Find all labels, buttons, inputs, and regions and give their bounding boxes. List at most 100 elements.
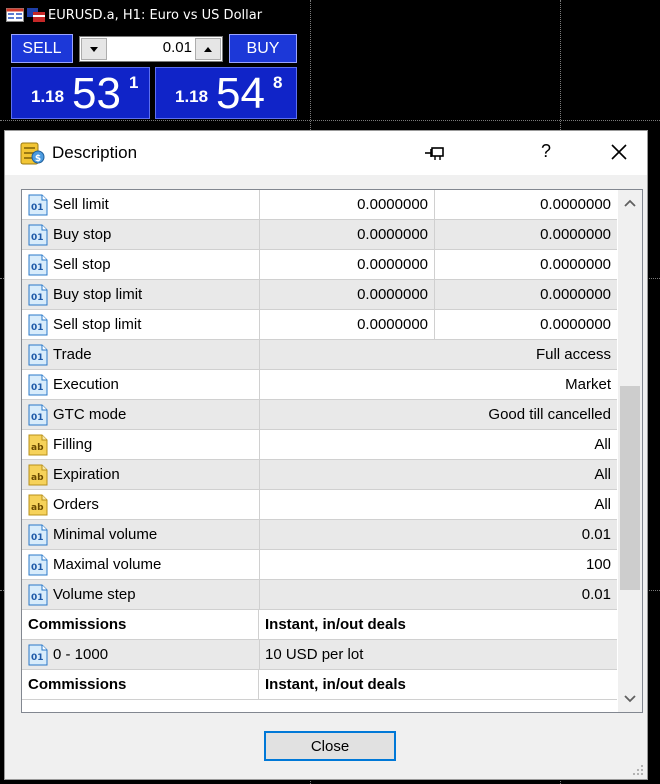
property-value: 0.0000000 — [540, 226, 611, 243]
property-row[interactable]: 01 Buy stop 0.0000000 0.0000000 — [22, 220, 617, 250]
section-header-row[interactable]: Commissions Instant, in/out deals — [22, 670, 617, 700]
numeric-property-icon: 01 — [28, 284, 48, 305]
pin-window-icon[interactable] — [423, 143, 445, 163]
property-name: Minimal volume — [53, 526, 158, 543]
close-icon[interactable] — [608, 141, 630, 163]
svg-text:01: 01 — [31, 593, 44, 603]
property-name: Buy stop limit — [53, 286, 143, 303]
symbol-flag-icon — [27, 8, 45, 22]
numeric-property-icon: 01 — [28, 644, 48, 665]
specification-rows: 01 Sell limit 0.0000000 0.0000000 01 Buy stop… — [22, 190, 617, 700]
property-value: 10 USD per lot — [265, 646, 364, 663]
property-name: Expiration — [53, 466, 120, 483]
property-value: Good till cancelled — [488, 406, 611, 423]
scrollbar-thumb[interactable] — [620, 386, 640, 590]
property-name-cell: 01 Buy stop limit — [22, 280, 260, 309]
property-row[interactable]: 01 Sell stop limit 0.0000000 0.0000000 — [22, 310, 617, 340]
numeric-property-icon: 01 — [28, 314, 48, 335]
property-row[interactable]: 01 0 - 1000 10 USD per lot — [22, 640, 617, 670]
property-name: GTC mode — [53, 406, 127, 423]
specification-list[interactable]: 01 Sell limit 0.0000000 0.0000000 01 Buy stop… — [21, 189, 643, 713]
svg-text:01: 01 — [31, 233, 44, 243]
property-row[interactable]: 01 Maximal volume 100 — [22, 550, 617, 580]
svg-text:ab: ab — [31, 473, 44, 483]
property-name-cell: 01 Sell stop — [22, 250, 260, 279]
property-row[interactable]: 01 GTC mode Good till cancelled — [22, 400, 617, 430]
close-button[interactable]: Close — [264, 731, 396, 761]
coin-stack-icon: $ — [20, 142, 45, 165]
dialog-title: Description — [52, 143, 138, 162]
property-name: 0 - 1000 — [53, 646, 109, 663]
chart-title-text: EURUSD.a, H1: Euro vs US Dollar — [48, 7, 263, 23]
property-row[interactable]: ab Expiration All — [22, 460, 617, 490]
property-value: All — [594, 436, 611, 453]
buy-button[interactable]: BUY — [229, 34, 297, 63]
property-row[interactable]: 01 Minimal volume 0.01 — [22, 520, 617, 550]
property-row[interactable]: 01 Sell limit 0.0000000 0.0000000 — [22, 190, 617, 220]
property-name-cell: 01 Buy stop — [22, 220, 260, 249]
chart-title: EURUSD.a, H1: Euro vs US Dollar — [6, 5, 262, 25]
section-value: Instant, in/out deals — [265, 616, 406, 633]
resize-grip-icon[interactable] — [632, 764, 644, 776]
description-dialog: $ Description ? 01 Sell limit 0.0000000 0.0… — [4, 130, 648, 780]
section-header-row[interactable]: Commissions Instant, in/out deals — [22, 610, 617, 640]
property-value: 0.0000000 — [260, 250, 435, 279]
sell-button[interactable]: SELL — [11, 34, 73, 63]
svg-text:$: $ — [35, 154, 41, 164]
ask-price[interactable]: 1.18 54 8 — [155, 67, 297, 119]
volume-increase-button[interactable] — [195, 38, 221, 60]
scroll-up-button[interactable] — [618, 192, 642, 214]
one-click-trading-panel: SELL 0.01 BUY 1.18 53 1 1.18 54 8 — [10, 33, 298, 119]
property-name: Sell stop — [53, 256, 111, 273]
help-button[interactable]: ? — [541, 141, 551, 162]
property-value: 0.01 — [581, 526, 611, 543]
property-name-cell: ab Expiration — [22, 460, 260, 489]
property-value: Market — [565, 376, 611, 393]
property-name: Sell stop limit — [53, 316, 142, 333]
volume-decrease-button[interactable] — [81, 38, 107, 60]
chart-window-icon — [6, 8, 24, 22]
property-row[interactable]: 01 Buy stop limit 0.0000000 0.0000000 — [22, 280, 617, 310]
ask-price-point: 8 — [273, 73, 283, 92]
chart-gridline — [0, 120, 660, 121]
svg-text:01: 01 — [31, 203, 44, 213]
property-name: Orders — [53, 496, 99, 513]
bid-price-big-figure: 1.18 — [31, 87, 65, 106]
section-name: Commissions — [22, 610, 259, 639]
property-value: 0.0000000 — [540, 316, 611, 333]
scroll-down-button[interactable] — [618, 688, 642, 710]
property-name: Buy stop — [53, 226, 112, 243]
string-property-icon: ab — [28, 464, 48, 485]
property-name-cell: 01 Minimal volume — [22, 520, 260, 549]
numeric-property-icon: 01 — [28, 374, 48, 395]
vertical-scrollbar[interactable] — [618, 190, 642, 712]
triangle-down-icon — [90, 46, 98, 52]
property-row[interactable]: 01 Trade Full access — [22, 340, 617, 370]
chevron-up-icon — [624, 199, 636, 207]
property-row[interactable]: 01 Execution Market — [22, 370, 617, 400]
property-row[interactable]: ab Orders All — [22, 490, 617, 520]
volume-stepper[interactable]: 0.01 — [79, 36, 223, 62]
property-name-cell: 01 GTC mode — [22, 400, 260, 429]
dialog-titlebar[interactable]: $ Description ? — [5, 131, 647, 175]
property-name: Maximal volume — [53, 556, 162, 573]
volume-input[interactable]: 0.01 — [110, 39, 192, 56]
section-name: Commissions — [22, 670, 259, 699]
property-row[interactable]: 01 Sell stop 0.0000000 0.0000000 — [22, 250, 617, 280]
property-value: 0.0000000 — [540, 196, 611, 213]
svg-text:ab: ab — [31, 503, 44, 513]
property-name-cell: 01 0 - 1000 — [22, 640, 260, 669]
property-value: 100 — [585, 556, 611, 573]
property-row[interactable]: 01 Volume step 0.01 — [22, 580, 617, 610]
section-value: Instant, in/out deals — [265, 676, 406, 693]
property-name-cell: 01 Volume step — [22, 580, 260, 609]
property-row[interactable]: ab Filling All — [22, 430, 617, 460]
bid-price[interactable]: 1.18 53 1 — [11, 67, 150, 119]
svg-text:01: 01 — [31, 353, 44, 363]
svg-text:01: 01 — [31, 563, 44, 573]
property-name-cell: 01 Sell limit — [22, 190, 260, 219]
svg-text:01: 01 — [31, 653, 44, 663]
numeric-property-icon: 01 — [28, 224, 48, 245]
svg-text:01: 01 — [31, 533, 44, 543]
svg-text:01: 01 — [31, 293, 44, 303]
